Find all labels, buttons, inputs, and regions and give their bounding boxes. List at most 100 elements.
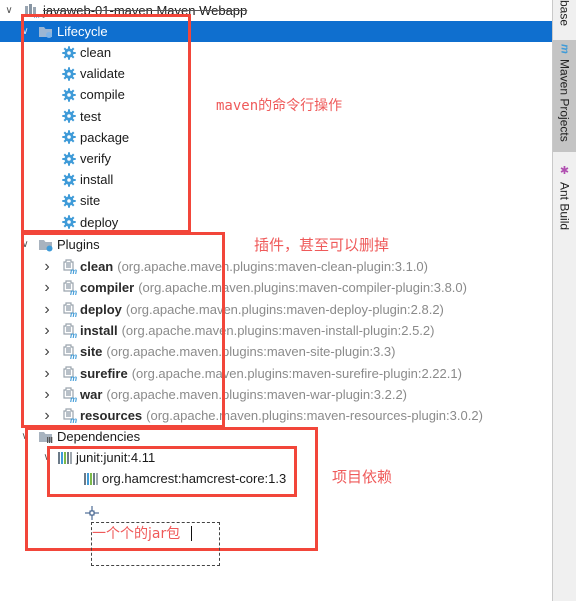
lifecycle-phase-label: verify [80,151,112,166]
chevron-right-icon[interactable]: › [40,341,54,362]
gear-icon [62,151,76,166]
text-caret [191,526,192,541]
plugin-name: resources [80,408,143,424]
svg-text:m: m [70,352,77,359]
chevron-right-icon[interactable]: › [40,405,54,426]
lifecycle-phase-label: clean [80,45,112,60]
plugin-site[interactable]: › m site (org.apache.maven.plugins:maven-si… [0,341,552,362]
plugin-icon: m [62,280,78,295]
plugin-resources[interactable]: › m resources (org.apache.maven.plugins:mav… [0,405,552,426]
dependencies-label: Dependencies [57,429,141,444]
plugin-coordinates: (org.apache.maven.plugins:maven-surefire… [131,365,462,381]
svg-text:m: m [70,331,77,338]
gear-icon [62,130,76,144]
annotation-dependencies-note: 项目依赖 [332,468,393,486]
chevron-right-icon[interactable]: › [40,320,54,341]
ant-icon: ✱ [558,164,570,177]
plugin-icon: m [62,344,78,359]
gear-icon [62,88,76,102]
project-title: javaweb-01-maven Maven Webapp [43,3,248,18]
lifecycle-phase-install[interactable]: install [0,169,552,190]
chevron-right-icon[interactable]: › [40,384,54,405]
library-icon [58,451,72,464]
lifecycle-folder-icon [38,25,54,39]
lifecycle-phase-package[interactable]: package [0,127,552,148]
sidebar-tab-label: Maven Projects [557,58,572,142]
plugin-name: war [80,386,103,402]
svg-text:m: m [70,310,77,317]
plugin-name: compiler [80,280,135,296]
chevron-down-icon[interactable]: ∨ [18,426,32,447]
gear-icon [62,66,76,81]
svg-text:m: m [70,288,77,295]
sidebar-tab-label: Ant Build [557,182,572,231]
gear-icon [62,172,76,187]
svg-text:m: m [70,416,77,423]
svg-text:m: m [70,374,77,381]
plugin-icon: m [62,365,78,381]
plugin-deploy[interactable]: › m deploy (org.apache.maven.plugins:maven-… [0,299,552,320]
lifecycle-phase-label: test [80,108,101,124]
plugins-folder-icon [38,238,54,252]
sidebar-tab-label: base [557,0,572,27]
plugin-name: install [80,322,118,338]
plugin-install[interactable]: › m install (org.apache.maven.plugins:maven… [0,320,552,341]
plugins-label: Plugins [57,237,100,252]
lifecycle-phase-deploy[interactable]: deploy [0,212,552,233]
plugin-coordinates: (org.apache.maven.plugins:maven-resource… [146,408,483,424]
lifecycle-phase-verify[interactable]: verify [0,148,552,169]
tree-row-dependencies[interactable]: ∨ Dependencies [0,426,552,447]
annotation-jar-note[interactable]: 一个个的jar包 [92,523,180,543]
chevron-right-icon[interactable]: › [40,277,54,298]
chevron-down-icon[interactable]: ∨ [2,0,16,21]
plugin-icon: m [62,259,78,274]
lifecycle-phase-label: deploy [80,214,119,230]
chevron-right-icon[interactable]: › [40,299,54,320]
plugin-icon: m [62,387,78,402]
plugin-war[interactable]: › m war (org.apache.maven.plugins:maven-war… [0,384,552,405]
tree-row-lifecycle[interactable]: ∨ Lifecycle [0,21,552,42]
lifecycle-phase-site[interactable]: site [0,190,552,211]
sidebar-tab-base[interactable]: base [553,0,576,40]
tree-row-dependency[interactable]: ∨ junit:junit:4.11 [0,447,552,468]
plugin-surefire[interactable]: › m surefire (org.apache.maven.plugins:mave… [0,363,552,384]
chevron-right-icon[interactable]: › [40,363,54,384]
maven-project-icon: m [24,3,40,18]
svg-text:m: m [70,267,77,274]
tree-row-dependency-child[interactable]: org.hamcrest:hamcrest-core:1.3 [0,468,552,489]
plugin-clean[interactable]: › m clean (org.apache.maven.plugins:maven-c… [0,256,552,277]
lifecycle-phase-label: compile [80,87,125,103]
svg-text:m: m [70,395,77,402]
sidebar-tab-maven-projects[interactable]: m Maven Projects [553,40,576,152]
lifecycle-phase-label: site [80,193,101,209]
gear-icon [62,109,76,123]
library-icon [84,472,98,485]
plugin-name: clean [80,259,114,274]
plugin-coordinates: (org.apache.maven.plugins:maven-deploy-p… [125,301,444,317]
plugin-compiler[interactable]: › m compiler (org.apache.maven.plugins:mave… [0,277,552,298]
tree-row-project[interactable]: ∨ m javaweb-01-maven Maven Webapp [0,0,552,21]
right-tool-sidebar: base m Maven Projects ✱ Ant Build [552,0,576,601]
gear-icon [62,45,76,60]
chevron-down-icon[interactable]: ∨ [18,21,32,42]
plugin-coordinates: (org.apache.maven.plugins:maven-site-plu… [106,344,396,360]
maven-projects-panel: ∨ m javaweb-01-maven Maven Webapp ∨ Life… [0,0,552,601]
gear-icon [62,194,76,208]
lifecycle-label: Lifecycle [57,24,108,39]
plugin-name: deploy [80,301,122,317]
annotation-plugins-note: 插件，甚至可以删掉 [254,236,390,254]
sidebar-tab-ant-build[interactable]: ✱ Ant Build [553,160,576,240]
chevron-right-icon[interactable]: › [40,256,54,277]
dependencies-folder-icon [38,430,54,444]
gear-icon [62,215,76,229]
dependency-child-name: org.hamcrest:hamcrest-core:1.3 [102,471,287,486]
svg-text:m: m [34,13,40,18]
lifecycle-phase-validate[interactable]: validate [0,63,552,84]
lifecycle-phase-label: package [80,129,130,145]
dependency-name: junit:junit:4.11 [76,450,156,465]
plugin-icon: m [62,323,78,338]
plugin-coordinates: (org.apache.maven.plugins:maven-compiler… [138,280,467,296]
chevron-down-icon[interactable]: ∨ [18,234,32,255]
lifecycle-phase-clean[interactable]: clean [0,42,552,63]
chevron-down-icon[interactable]: ∨ [40,447,54,468]
